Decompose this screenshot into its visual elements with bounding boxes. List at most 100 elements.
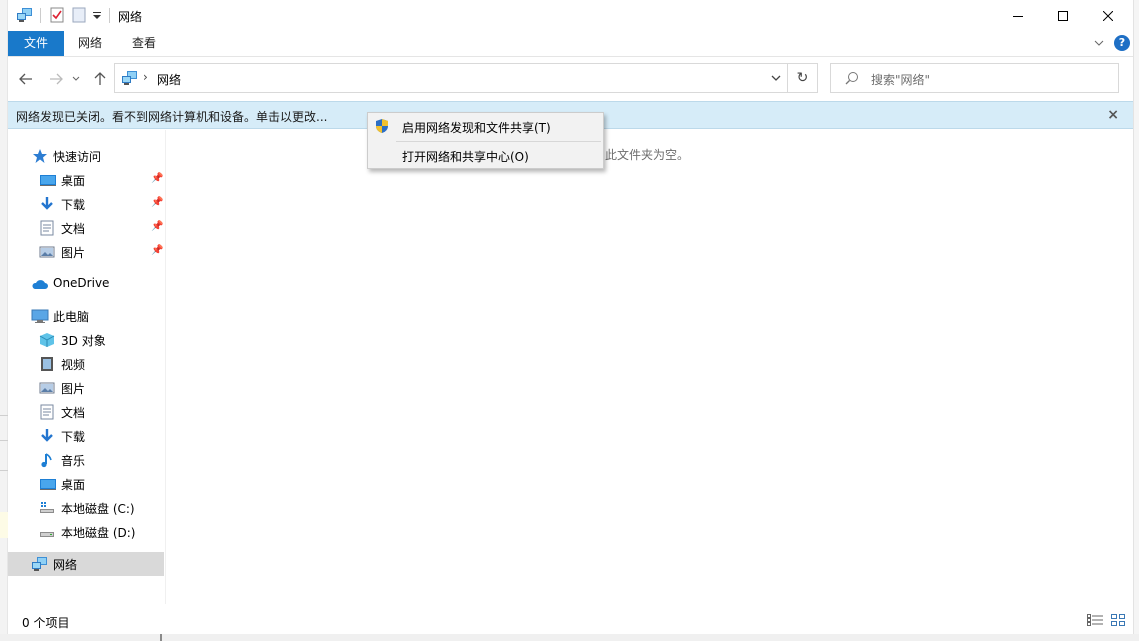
refresh-button[interactable]: ↻ <box>788 63 818 93</box>
minimize-button[interactable] <box>995 0 1041 31</box>
infobar-message[interactable]: 网络发现已关闭。看不到网络计算机和设备。单击以更改... <box>16 108 327 125</box>
download-icon <box>39 196 55 212</box>
back-arrow-icon <box>19 73 32 85</box>
tab-view[interactable]: 查看 <box>120 31 168 56</box>
nav-item-label: 3D 对象 <box>61 334 106 348</box>
network-icon <box>31 556 47 572</box>
document-icon <box>40 220 56 236</box>
nav-item-label: 本地磁盘 (D:) <box>61 526 136 540</box>
nav-item-drive-c[interactable]: 本地磁盘 (C:) <box>8 496 164 520</box>
chevron-down-icon <box>72 76 80 81</box>
nav-item-label: 图片 <box>61 382 86 396</box>
cloud-icon <box>31 276 48 292</box>
forward-button[interactable] <box>46 69 66 89</box>
nav-item-documents[interactable]: 文档 📌 <box>8 216 164 240</box>
video-icon <box>40 356 56 372</box>
3d-objects-icon <box>39 332 55 348</box>
back-button[interactable] <box>16 69 36 89</box>
nav-item-label: 文档 <box>61 406 86 420</box>
window-title: 网络 <box>118 10 143 24</box>
nav-item-desktop-pc[interactable]: 桌面 <box>8 472 164 496</box>
large-icons-view-icon[interactable] <box>1111 614 1125 629</box>
nav-item-label: 本地磁盘 (C:) <box>61 502 135 516</box>
pin-icon[interactable]: 📌 <box>151 245 163 256</box>
nav-item-videos[interactable]: 视频 <box>8 352 164 376</box>
nav-onedrive[interactable]: OneDrive <box>8 272 164 296</box>
title-bar: 网络 <box>8 0 1133 31</box>
nav-onedrive-label: OneDrive <box>53 276 110 290</box>
file-list-area[interactable]: 此文件夹为空。 <box>167 130 1133 604</box>
refresh-icon: ↻ <box>796 70 809 86</box>
item-count: 0 个项目 <box>22 616 70 630</box>
customize-toolbar-chevron-icon[interactable] <box>92 10 102 24</box>
expand-ribbon-chevron-icon[interactable] <box>1094 36 1104 50</box>
desktop-icon <box>39 476 56 492</box>
document-icon <box>40 404 56 420</box>
infobar-close-icon[interactable]: × <box>1107 107 1119 123</box>
nav-item-drive-d[interactable]: 本地磁盘 (D:) <box>8 520 164 544</box>
network-app-icon <box>16 7 34 26</box>
search-placeholder: 搜索"网络" <box>871 73 931 87</box>
recent-locations-button[interactable] <box>70 69 82 89</box>
breadcrumb-chevron-icon[interactable]: › <box>143 70 148 84</box>
nav-item-downloads-pc[interactable]: 下载 <box>8 424 164 448</box>
explorer-window: 网络 文件 网络 查看 ? › 网络 ↻ 搜索"网络" 网络发现已关闭。看不到网… <box>8 0 1133 634</box>
nav-item-label: 桌面 <box>61 174 86 188</box>
nav-network-label: 网络 <box>53 558 78 572</box>
pin-icon[interactable]: 📌 <box>151 221 163 232</box>
menu-item-label: 启用网络发现和文件共享(T) <box>402 121 551 135</box>
nav-item-music[interactable]: 音乐 <box>8 448 164 472</box>
nav-item-3d-objects[interactable]: 3D 对象 <box>8 328 164 352</box>
nav-item-desktop[interactable]: 桌面 📌 <box>8 168 164 192</box>
infobar-context-menu: 启用网络发现和文件共享(T) 打开网络和共享中心(O) <box>367 112 604 169</box>
nav-item-label: 视频 <box>61 358 86 372</box>
address-bar[interactable]: › 网络 <box>114 63 788 93</box>
star-icon <box>32 148 48 164</box>
nav-this-pc[interactable]: 此电脑 <box>8 304 164 328</box>
picture-icon <box>39 380 55 396</box>
address-history-dropdown-icon[interactable] <box>771 71 781 85</box>
up-arrow-icon <box>94 72 106 85</box>
nav-item-pictures[interactable]: 图片 📌 <box>8 240 164 264</box>
background-window-edge-right <box>1133 0 1139 634</box>
music-icon <box>40 452 56 468</box>
ribbon-tabs: 文件 网络 查看 ? <box>8 31 1133 57</box>
details-view-icon[interactable] <box>1087 614 1103 629</box>
help-button[interactable]: ? <box>1114 35 1130 51</box>
tab-network[interactable]: 网络 <box>66 31 114 56</box>
drive-c-icon <box>39 500 55 516</box>
maximize-button[interactable] <box>1040 0 1086 31</box>
nav-item-downloads[interactable]: 下载 📌 <box>8 192 164 216</box>
menu-item-open-sharing-center[interactable]: 打开网络和共享中心(O) <box>369 142 602 168</box>
up-button[interactable] <box>90 69 110 89</box>
navigation-bar: › 网络 ↻ 搜索"网络" <box>8 57 1133 100</box>
forward-arrow-icon <box>50 73 63 85</box>
menu-item-enable-network-discovery[interactable]: 启用网络发现和文件共享(T) <box>369 113 602 139</box>
pin-icon[interactable]: 📌 <box>151 173 163 184</box>
desktop-icon <box>39 172 56 188</box>
taskbar-edge <box>0 634 1139 641</box>
nav-item-label: 桌面 <box>61 478 86 492</box>
search-box[interactable]: 搜索"网络" <box>830 63 1119 93</box>
breadcrumb-network[interactable]: 网络 <box>157 71 181 88</box>
tab-file[interactable]: 文件 <box>8 31 64 56</box>
properties-quick-icon[interactable] <box>50 7 64 26</box>
pin-icon[interactable]: 📌 <box>151 197 163 208</box>
nav-item-label: 文档 <box>61 222 86 236</box>
nav-item-documents-pc[interactable]: 文档 <box>8 400 164 424</box>
nav-quick-access[interactable]: 快速访问 <box>8 144 164 168</box>
empty-folder-message: 此文件夹为空。 <box>605 148 690 162</box>
new-folder-quick-icon[interactable] <box>72 7 86 26</box>
menu-item-label: 打开网络和共享中心(O) <box>402 150 529 164</box>
drive-icon <box>39 524 55 540</box>
close-button[interactable] <box>1085 0 1131 31</box>
computer-icon <box>31 308 49 324</box>
network-location-icon <box>121 70 139 89</box>
maximize-icon <box>1058 10 1068 21</box>
nav-network[interactable]: 网络 <box>8 552 164 576</box>
nav-item-pictures-pc[interactable]: 图片 <box>8 376 164 400</box>
shield-icon <box>374 118 390 137</box>
navigation-pane: 快速访问 桌面 📌 下载 📌 文档 📌 图片 📌 OneDrive 此电脑 3D… <box>8 130 166 604</box>
close-icon <box>1103 10 1113 21</box>
nav-this-pc-label: 此电脑 <box>53 310 90 324</box>
